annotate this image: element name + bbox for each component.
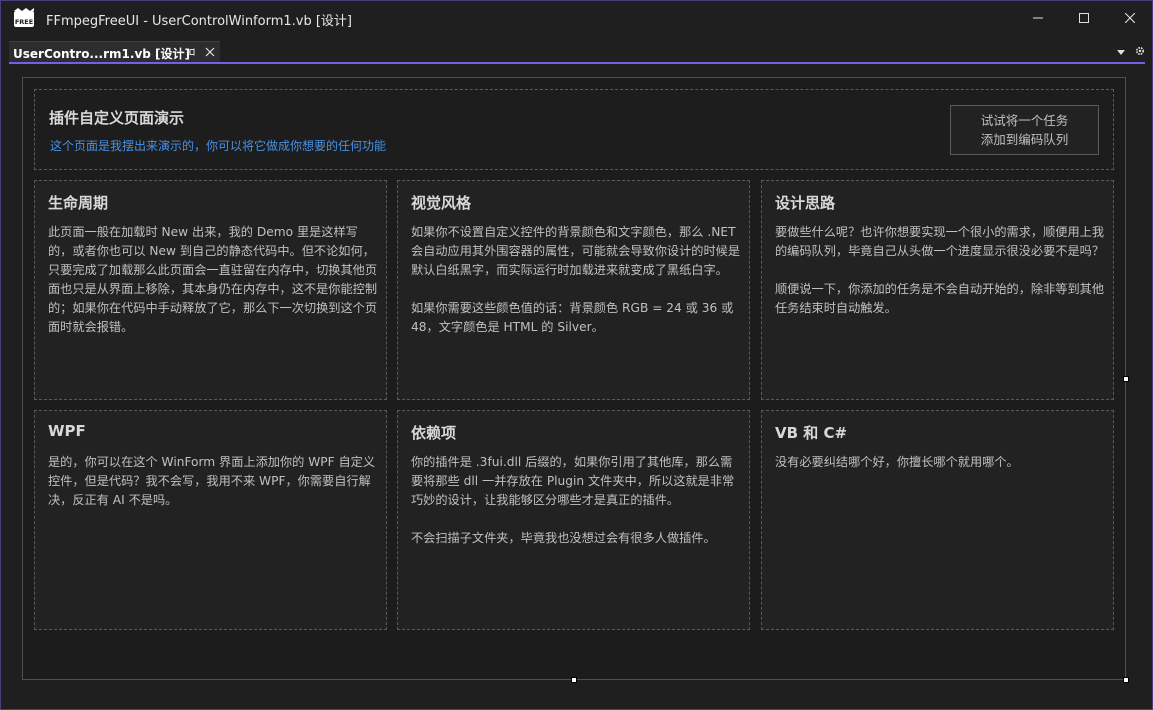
tab-accent-line bbox=[9, 62, 1145, 64]
card-body: 没有必要纠结哪个好，你擅长哪个就用哪个。 bbox=[775, 453, 1105, 472]
gear-icon[interactable] bbox=[1134, 45, 1146, 57]
card-title: WPF bbox=[48, 422, 86, 440]
pin-icon[interactable] bbox=[185, 46, 197, 58]
svg-text:FREE: FREE bbox=[15, 18, 33, 26]
card-paragraph: 没有必要纠结哪个好，你擅长哪个就用哪个。 bbox=[775, 455, 1019, 469]
minimize-button[interactable] bbox=[1015, 1, 1061, 35]
card-body: 是的，你可以在这个 WinForm 界面上添加你的 WPF 自定义控件，但是代码… bbox=[48, 453, 378, 510]
resize-handle-corner[interactable] bbox=[1123, 677, 1129, 683]
tab-label: UserContro...rm1.vb [设计] bbox=[13, 47, 191, 61]
card-paragraph: 要做些什么呢？也许你想要实现一个很小的需求，顺便用上我的编码队列，毕竟自己从头做… bbox=[775, 225, 1105, 258]
card-title: 设计思路 bbox=[775, 194, 836, 212]
card-paragraph: 如果你需要这些颜色值的话：背景颜色 RGB = 24 或 36 或 48，文字颜… bbox=[411, 301, 734, 334]
card-visual-style: 视觉风格 如果你不设置自定义控件的背景颜色和文字颜色，那么 .NET 会自动应用… bbox=[397, 180, 750, 400]
add-task-to-queue-button[interactable]: 试试将一个任务 添加到编码队列 bbox=[950, 105, 1099, 155]
tab-list-dropdown-icon[interactable] bbox=[1116, 47, 1126, 57]
document-tab-strip: UserContro...rm1.vb [设计] bbox=[1, 39, 1152, 64]
card-vb-and-csharp: VB 和 C# 没有必要纠结哪个好，你擅长哪个就用哪个。 bbox=[761, 410, 1114, 630]
card-paragraph: 是的，你可以在这个 WinForm 界面上添加你的 WPF 自定义控件，但是代码… bbox=[48, 455, 376, 507]
card-body: 如果你不设置自定义控件的背景颜色和文字颜色，那么 .NET 会自动应用其外围容器… bbox=[411, 223, 741, 337]
card-title: VB 和 C# bbox=[775, 424, 848, 442]
card-body: 要做些什么呢？也许你想要实现一个很小的需求，顺便用上我的编码队列，毕竟自己从头做… bbox=[775, 223, 1105, 318]
card-body: 你的插件是 .3fui.dll 后缀的，如果你引用了其他库，那么需要将那些 dl… bbox=[411, 453, 741, 548]
card-paragraph: 不会扫描子文件夹，毕竟我也没想过会有很多人做插件。 bbox=[411, 531, 716, 545]
card-title: 依赖项 bbox=[411, 424, 457, 442]
tab-usercontrol-designer[interactable]: UserContro...rm1.vb [设计] bbox=[9, 41, 220, 63]
close-icon bbox=[1125, 13, 1135, 23]
close-window-button[interactable] bbox=[1107, 1, 1153, 35]
page-title: 插件自定义页面演示 bbox=[49, 109, 185, 127]
designer-window: FREE FFmpegFreeUI - UserControlWinform1.… bbox=[0, 0, 1153, 710]
tab-close-icon[interactable] bbox=[204, 46, 216, 58]
resize-handle-right[interactable] bbox=[1123, 376, 1129, 382]
button-label-line1: 试试将一个任务 bbox=[980, 113, 1069, 128]
card-title: 视觉风格 bbox=[411, 194, 472, 212]
title-bar: FREE FFmpegFreeUI - UserControlWinform1.… bbox=[1, 1, 1152, 35]
page-subtitle: 这个页面是我摆出来演示的，你可以将它做成你想要的任何功能 bbox=[50, 139, 387, 153]
header-panel: 插件自定义页面演示 这个页面是我摆出来演示的，你可以将它做成你想要的任何功能 试… bbox=[34, 89, 1114, 170]
card-paragraph: 此页面一般在加载时 New 出来，我的 Demo 里是这样写的，或者你也可以 N… bbox=[48, 225, 378, 334]
card-paragraph: 顺便说一下，你添加的任务是不会自动开始的，除非等到其他任务结束时自动触发。 bbox=[775, 282, 1105, 315]
card-paragraph: 如果你不设置自定义控件的背景颜色和文字颜色，那么 .NET 会自动应用其外围容器… bbox=[411, 225, 741, 277]
window-title: FFmpegFreeUI - UserControlWinform1.vb [设… bbox=[46, 14, 352, 29]
maximize-icon bbox=[1079, 13, 1089, 23]
card-lifecycle: 生命周期 此页面一般在加载时 New 出来，我的 Demo 里是这样写的，或者你… bbox=[34, 180, 387, 400]
button-label-line2: 添加到编码队列 bbox=[980, 132, 1069, 147]
card-body: 此页面一般在加载时 New 出来，我的 Demo 里是这样写的，或者你也可以 N… bbox=[48, 223, 378, 337]
maximize-button[interactable] bbox=[1061, 1, 1107, 35]
resize-handle-bottom[interactable] bbox=[571, 677, 577, 683]
card-design-idea: 设计思路 要做些什么呢？也许你想要实现一个很小的需求，顺便用上我的编码队列，毕竟… bbox=[761, 180, 1114, 400]
card-title: 生命周期 bbox=[48, 194, 109, 212]
card-paragraph: 你的插件是 .3fui.dll 后缀的，如果你引用了其他库，那么需要将那些 dl… bbox=[411, 455, 735, 507]
card-dependencies: 依赖项 你的插件是 .3fui.dll 后缀的，如果你引用了其他库，那么需要将那… bbox=[397, 410, 750, 630]
card-wpf: WPF 是的，你可以在这个 WinForm 界面上添加你的 WPF 自定义控件，… bbox=[34, 410, 387, 630]
minimize-icon bbox=[1033, 17, 1043, 19]
app-logo-icon: FREE bbox=[14, 8, 34, 27]
